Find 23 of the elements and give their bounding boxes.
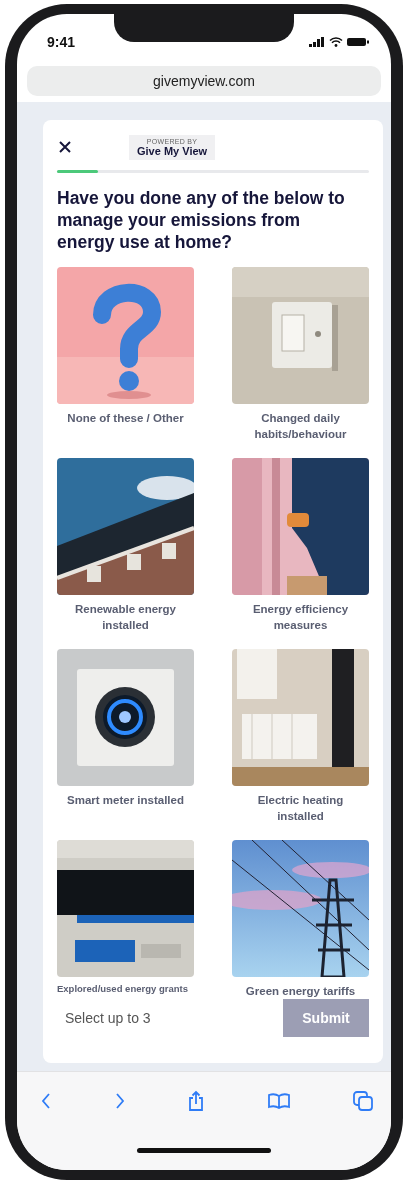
option-label: Explored/used energy grants: [57, 983, 189, 994]
option-label: Electric heating installed: [256, 793, 345, 824]
home-indicator[interactable]: [137, 1147, 271, 1153]
forward-icon[interactable]: [114, 1092, 125, 1110]
book-icon[interactable]: [267, 1093, 290, 1109]
selection-hint: Select up to 3: [64, 1010, 151, 1026]
status-time: 9:41: [47, 34, 76, 50]
battery-icon: [347, 37, 369, 47]
option-label: Smart meter installed: [66, 793, 185, 808]
signal-icon: [309, 37, 325, 47]
wifi-icon: [329, 37, 343, 47]
back-icon[interactable]: [41, 1092, 51, 1110]
option-label: Energy efficiency measures: [251, 602, 350, 633]
share-icon[interactable]: [188, 1090, 204, 1112]
close-icon[interactable]: [59, 141, 71, 153]
brand-name: Give My View: [137, 144, 208, 157]
option-label: Changed daily habits/behaviour: [253, 411, 348, 442]
option-label: None of these / Other: [66, 411, 185, 426]
option-label: Green energy tariffs: [244, 984, 357, 999]
tabs-icon[interactable]: [353, 1091, 373, 1111]
question-text: Have you done any of the below to manage your emissions from energy use at home?: [57, 187, 346, 253]
address-field[interactable]: givemyview.com: [27, 66, 381, 96]
option-label: Renewable energy installed: [74, 602, 177, 633]
